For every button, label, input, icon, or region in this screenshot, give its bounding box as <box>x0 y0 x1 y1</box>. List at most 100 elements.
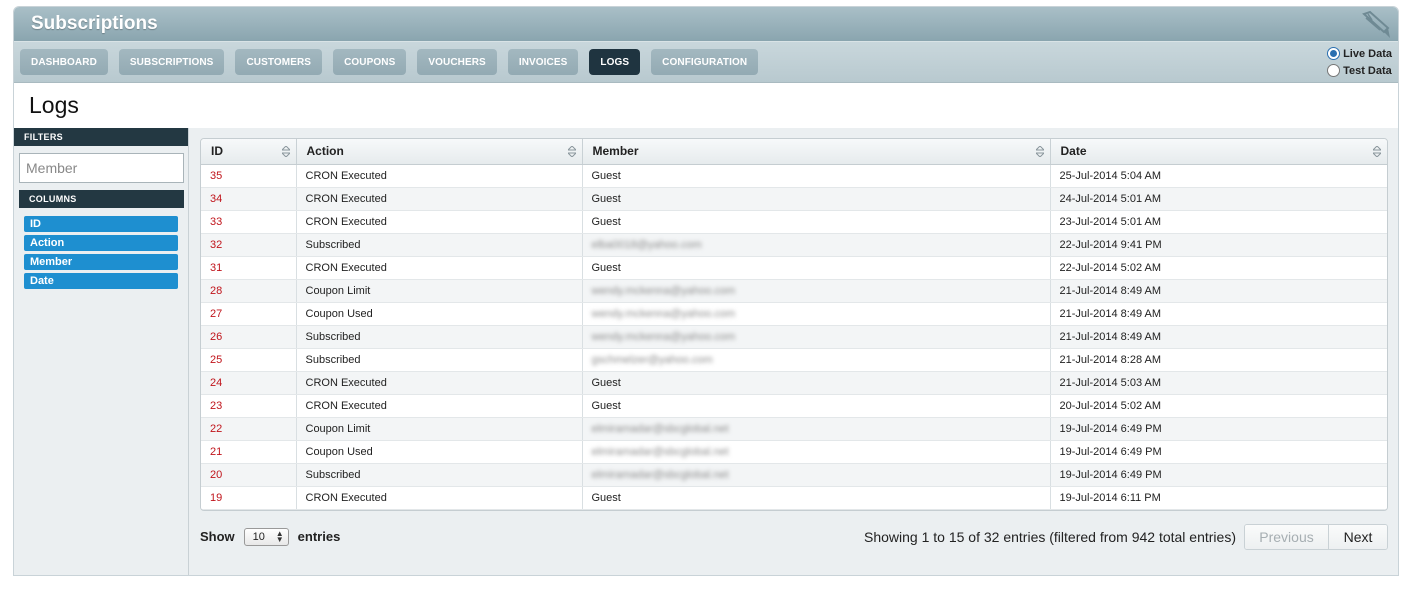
test-data-option[interactable]: Test Data <box>1327 62 1392 79</box>
table-row[interactable]: 22 Coupon Limit elmiramadar@sbcglobal.net 1… <box>201 417 1387 441</box>
table-row[interactable]: 33 CRON Executed Guest 23-Jul-2014 5:01 AM <box>201 210 1387 234</box>
member-filter-input[interactable] <box>19 153 184 183</box>
app-title: Subscriptions <box>31 13 158 34</box>
cell-date: 25-Jul-2014 5:04 AM <box>1050 164 1387 188</box>
table-row[interactable]: 19 CRON Executed Guest 19-Jul-2014 6:11 PM <box>201 486 1387 510</box>
table-row[interactable]: 31 CRON Executed Guest 22-Jul-2014 5:02 AM <box>201 256 1387 280</box>
cell-id-text: 28 <box>210 284 223 297</box>
cell-member: elmiramadar@sbcglobal.net <box>582 440 1051 464</box>
cell-id-text: 27 <box>210 307 223 320</box>
column-header-action[interactable]: Action <box>296 139 583 165</box>
column-header-date[interactable]: Date <box>1050 139 1387 165</box>
test-data-label: Test Data <box>1343 64 1392 77</box>
cell-member: Guest <box>582 394 1051 418</box>
sort-icon <box>1035 146 1044 157</box>
sort-icon <box>1373 146 1381 157</box>
cell-action: Subscribed <box>296 325 583 349</box>
logs-table-wrapper: ID Action Member Date 35 CRON Executed Gue… <box>200 138 1388 511</box>
cell-date: 19-Jul-2014 6:49 PM <box>1050 463 1387 487</box>
column-toggle-id[interactable]: ID <box>24 216 178 232</box>
cell-action: Coupon Used <box>296 302 583 326</box>
live-data-radio[interactable] <box>1327 47 1341 60</box>
table-row[interactable]: 20 Subscribed elmiramadar@sbcglobal.net 19-… <box>201 463 1387 487</box>
cell-member: Guest <box>582 187 1051 211</box>
table-row[interactable]: 24 CRON Executed Guest 21-Jul-2014 5:03 AM <box>201 371 1387 395</box>
table-row[interactable]: 25 Subscribed gschmelzer@yahoo.com 21-Jul-2… <box>201 348 1387 372</box>
table-row[interactable]: 21 Coupon Used elmiramadar@sbcglobal.net 19… <box>201 440 1387 464</box>
cell-date: 19-Jul-2014 6:49 PM <box>1050 440 1387 464</box>
next-button[interactable]: Next <box>1329 524 1387 549</box>
cell-id-text: 20 <box>210 468 223 481</box>
tab-logs[interactable]: LOGS <box>589 49 641 75</box>
cell-member-text: elmiramadar@sbcglobal.net <box>591 422 729 435</box>
live-data-option[interactable]: Live Data <box>1327 45 1392 62</box>
cell-member-text: Guest <box>591 399 621 412</box>
column-header-member[interactable]: Member <box>582 139 1051 165</box>
sort-icon <box>567 146 576 157</box>
cell-date: 20-Jul-2014 5:02 AM <box>1050 394 1387 418</box>
tab-customers[interactable]: CUSTOMERS <box>235 49 323 75</box>
column-toggle-list: ID Action Member Date <box>24 216 188 289</box>
column-toggle-member[interactable]: Member <box>24 254 178 270</box>
cell-date: 19-Jul-2014 6:11 PM <box>1050 486 1387 510</box>
cell-member: elba0018@yahoo.com <box>582 233 1051 257</box>
cell-action-text: Subscribed <box>305 468 361 481</box>
cell-id-text: 31 <box>210 261 223 274</box>
column-toggle-date[interactable]: Date <box>24 273 178 289</box>
cell-action-text: CRON Executed <box>305 376 387 389</box>
page-length-select[interactable]: 10 ▲ ▼ <box>243 527 289 546</box>
cell-id: 19 <box>201 486 297 510</box>
cell-action: CRON Executed <box>296 164 583 188</box>
filters-heading: FILTERS <box>14 128 188 146</box>
cell-member: Guest <box>582 256 1051 280</box>
cell-member: wendy.mckenna@yahoo.com <box>582 302 1051 326</box>
table-row[interactable]: 35 CRON Executed Guest 25-Jul-2014 5:04 AM <box>201 164 1387 188</box>
tab-vouchers[interactable]: VOUCHERS <box>417 49 497 75</box>
column-header-id[interactable]: ID <box>201 139 297 165</box>
cell-member: Guest <box>582 210 1051 234</box>
cell-member-text: Guest <box>591 192 621 205</box>
cell-action: Subscribed <box>296 233 583 257</box>
cell-action-text: Coupon Used <box>305 445 373 458</box>
cell-member: Guest <box>582 486 1051 510</box>
table-row[interactable]: 34 CRON Executed Guest 24-Jul-2014 5:01 AM <box>201 187 1387 211</box>
cell-action-text: CRON Executed <box>305 399 387 412</box>
cell-date-text: 24-Jul-2014 5:01 AM <box>1059 192 1162 205</box>
cell-action: Coupon Limit <box>296 417 583 441</box>
cell-id-text: 35 <box>210 169 223 182</box>
cell-id-text: 34 <box>210 192 223 205</box>
tab-dashboard[interactable]: DASHBOARD <box>20 49 108 75</box>
table-row[interactable]: 26 Subscribed wendy.mckenna@yahoo.com 21-Ju… <box>201 325 1387 349</box>
cell-action-text: Subscribed <box>305 330 361 343</box>
cell-date: 21-Jul-2014 8:49 AM <box>1050 325 1387 349</box>
column-toggle-action[interactable]: Action <box>24 235 178 251</box>
cell-id: 34 <box>201 187 297 211</box>
cell-member-text: elmiramadar@sbcglobal.net <box>591 468 729 481</box>
test-data-radio[interactable] <box>1327 64 1341 77</box>
cell-id-text: 19 <box>210 491 223 504</box>
cell-id-text: 21 <box>210 445 223 458</box>
cell-id-text: 24 <box>210 376 223 389</box>
cell-action: CRON Executed <box>296 486 583 510</box>
cell-id: 33 <box>201 210 297 234</box>
cell-id: 35 <box>201 164 297 188</box>
cell-id: 20 <box>201 463 297 487</box>
cell-date-text: 22-Jul-2014 5:02 AM <box>1059 261 1162 274</box>
table-row[interactable]: 27 Coupon Used wendy.mckenna@yahoo.com 21-J… <box>201 302 1387 326</box>
cell-action-text: CRON Executed <box>305 169 387 182</box>
previous-button[interactable]: Previous <box>1245 524 1329 549</box>
cell-action: Subscribed <box>296 348 583 372</box>
table-row[interactable]: 32 Subscribed elba0018@yahoo.com 22-Jul-201… <box>201 233 1387 257</box>
cell-date-text: 21-Jul-2014 8:49 AM <box>1059 330 1162 343</box>
table-row[interactable]: 23 CRON Executed Guest 20-Jul-2014 5:02 AM <box>201 394 1387 418</box>
table-row[interactable]: 28 Coupon Limit wendy.mckenna@yahoo.com 21-… <box>201 279 1387 303</box>
cell-member-text: Guest <box>591 491 621 504</box>
cell-member-text: gschmelzer@yahoo.com <box>591 353 713 366</box>
cell-member-text: wendy.mckenna@yahoo.com <box>591 284 736 297</box>
page-header: Logs <box>14 83 1398 127</box>
tab-subscriptions[interactable]: SUBSCRIPTIONS <box>118 49 225 75</box>
tab-invoices[interactable]: INVOICES <box>507 49 579 75</box>
cell-id: 27 <box>201 302 297 326</box>
tab-coupons[interactable]: COUPONS <box>333 49 407 75</box>
tab-configuration[interactable]: CONFIGURATION <box>651 49 759 75</box>
